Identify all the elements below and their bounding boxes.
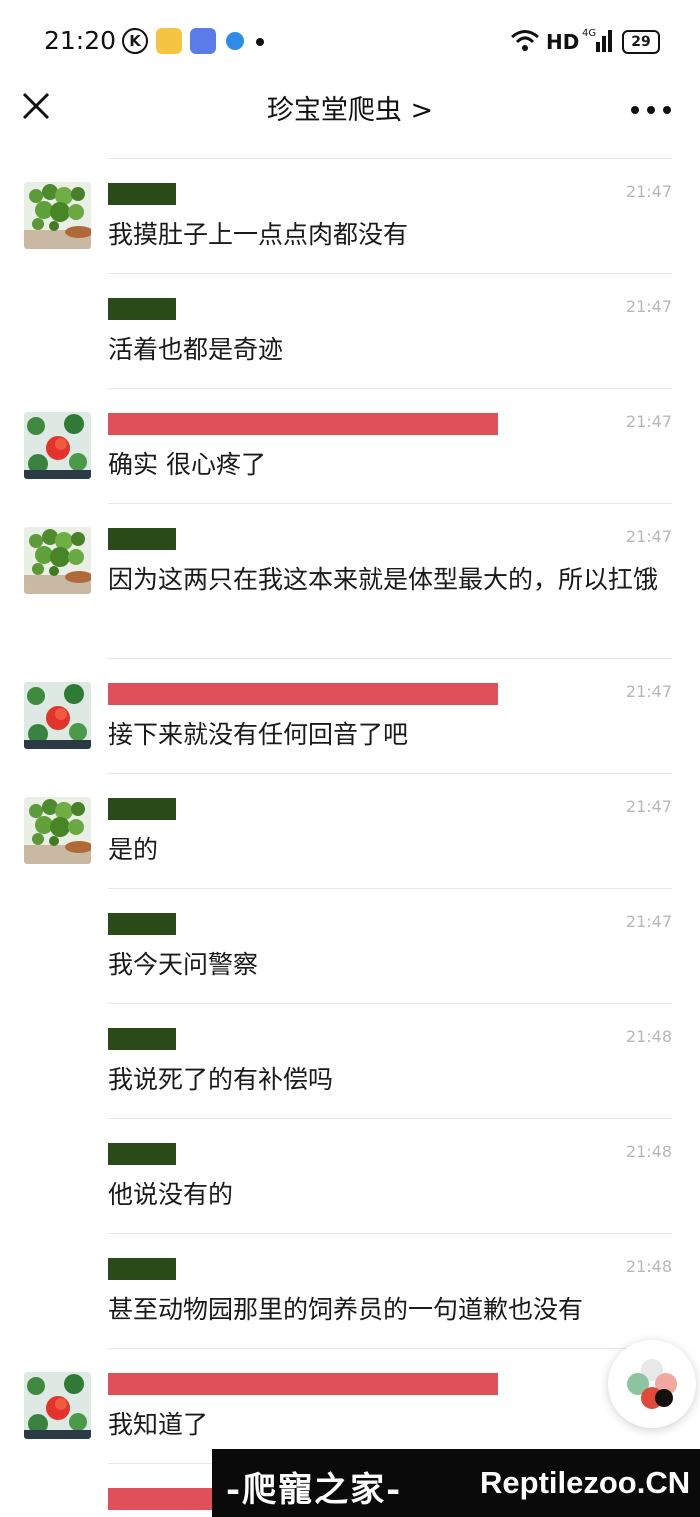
notification-app-icon [190,28,216,54]
redacted-sender-name [108,1373,498,1395]
message-text: 我今天问警察 [108,950,259,979]
message-time: 21:47 [625,682,672,701]
redacted-sender-name [108,413,498,435]
message-time: 21:47 [625,412,672,431]
redacted-sender-name [108,298,176,320]
message-text: 甚至动物园那里的饲养员的一句道歉也没有 [108,1295,584,1324]
message-text: 活着也都是奇迹 [108,335,284,364]
message-time: 21:48 [625,1257,672,1276]
flower-logo-icon [627,1359,677,1409]
message-item[interactable]: 21:47 活着也都是奇迹 [0,273,700,388]
redacted-sender-name [108,528,176,550]
notification-app-icon [156,28,182,54]
chat-title[interactable]: 珍宝堂爬虫 > [0,88,700,127]
message-item[interactable]: 我知道了 [0,1348,700,1463]
redacted-sender-name [108,798,176,820]
message-text: 我知道了 [108,1410,209,1439]
message-time: 21:47 [625,527,672,546]
status-bar: 21:20 K HD 4G 29 [0,0,700,80]
message-divider [108,773,672,774]
message-text: 他说没有的 [108,1180,234,1209]
wifi-icon [511,30,539,51]
message-divider [108,658,672,659]
message-text: 确实 很心疼了 [108,450,266,479]
message-time: 21:47 [625,182,672,201]
floating-app-widget[interactable] [608,1340,696,1428]
red-flower-avatar[interactable] [24,682,91,749]
more-icon[interactable] [630,106,672,114]
redacted-sender-name [108,1028,176,1050]
more-notifications-dot-icon [256,38,264,46]
message-time: 21:48 [625,1142,672,1161]
red-flower-avatar[interactable] [24,412,91,479]
watermark-url: Reptilezoo.CN [480,1465,691,1500]
message-divider [108,273,672,274]
signal-label: 4G [582,28,596,39]
message-item[interactable]: 21:48 甚至动物园那里的饲养员的一句道歉也没有 [0,1233,700,1348]
watermark-chinese: -爬寵之家- [226,1470,403,1510]
message-divider [108,888,672,889]
message-item[interactable]: 21:48 他说没有的 [0,1118,700,1233]
green-plant-avatar[interactable] [24,797,91,864]
redacted-sender-name [108,683,498,705]
hd-indicator: HD [546,30,580,54]
red-flower-avatar[interactable] [24,1372,91,1439]
message-item[interactable]: 21:47 是的 [0,773,700,888]
k-app-icon: K [122,28,148,54]
redacted-sender-name [108,183,176,205]
watermark-banner: -爬寵之家- Reptilezoo.CN [212,1449,700,1517]
message-item[interactable]: 21:47 我摸肚子上一点点肉都没有 [0,158,700,273]
message-text: 因为这两只在我这本来就是体型最大的，所以扛饿 [108,565,659,594]
message-divider [108,1233,672,1234]
message-divider [108,1003,672,1004]
message-time: 21:47 [625,297,672,316]
message-divider [108,1348,672,1349]
chat-header: 珍宝堂爬虫 > [0,70,700,145]
message-item[interactable]: 21:47 确实 很心疼了 [0,388,700,503]
green-plant-avatar[interactable] [24,182,91,249]
redacted-sender-name [108,913,176,935]
redacted-sender-name [108,1143,176,1165]
message-time: 21:47 [625,912,672,931]
green-plant-avatar[interactable] [24,527,91,594]
message-item[interactable]: 21:48 我说死了的有补偿吗 [0,1003,700,1118]
message-divider [108,1118,672,1119]
message-text: 接下来就没有任何回音了吧 [108,720,409,749]
message-item[interactable]: 21:47 接下来就没有任何回音了吧 [0,658,700,773]
message-list[interactable]: 21:47 我摸肚子上一点点肉都没有 21:47 活着也都是奇迹 21:47 确实 很心疼… [0,158,700,1517]
message-item[interactable]: 21:47 我今天问警察 [0,888,700,1003]
message-divider [108,503,672,504]
notification-app-icon [226,32,244,50]
message-text: 是的 [108,835,159,864]
message-divider [108,388,672,389]
signal-icon: 4G [582,28,612,52]
redacted-sender-name [108,1258,176,1280]
status-time: 21:20 [44,26,117,55]
message-time: 21:48 [625,1027,672,1046]
message-text: 我摸肚子上一点点肉都没有 [108,220,409,249]
message-text: 我说死了的有补偿吗 [108,1065,334,1094]
message-divider [108,158,672,159]
message-item[interactable]: 21:47 因为这两只在我这本来就是体型最大的，所以扛饿 [0,503,700,658]
message-time: 21:47 [625,797,672,816]
battery-icon: 29 [622,30,660,54]
